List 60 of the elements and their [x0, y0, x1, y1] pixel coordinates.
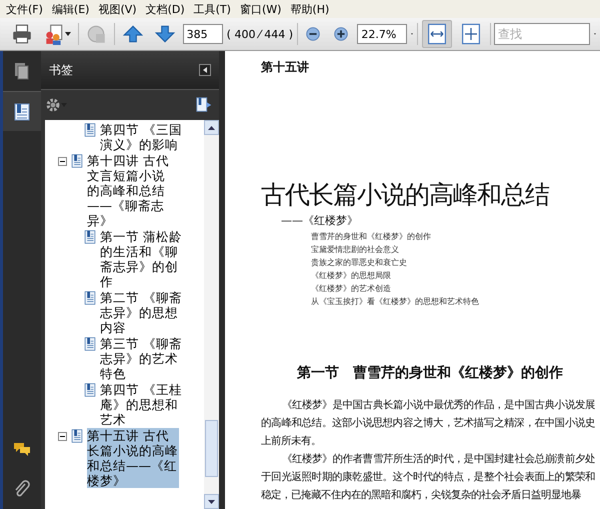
chapter-subtitle: ——《红楼梦》 — [280, 213, 359, 228]
bookmark-icon — [83, 382, 97, 398]
page-number-field[interactable]: 385 — [182, 24, 223, 44]
contents-line: 曹雪芹的身世和《红楼梦》的创作 — [311, 232, 432, 241]
bookmark-icon — [83, 290, 97, 306]
fit-width-button[interactable] — [422, 20, 452, 48]
body-paragraph: 《红楼梦》的作者曹雪芹所生活的时代，是中国封建社会总崩溃前夕处于回光返照时期的康乾盛世。这个时代的特点，是整个社会表面上的繁荣和稳定，已掩藏不住内在的黑暗和腐朽，尖锐复杂的社会矛盾日益明显地暴 — [261, 452, 595, 503]
caret-icon — [65, 32, 71, 36]
new-bookmark-button[interactable] — [195, 96, 213, 114]
gear-icon — [45, 97, 61, 113]
bookmark-item[interactable]: 第四节 《王桂庵》的思想和艺术 — [100, 382, 184, 427]
menu-item[interactable]: 文件(F) — [4, 2, 50, 16]
bookmark-item[interactable]: 第十四讲 古代文言短篇小说的高峰和总结——《聊斋志异》 — [87, 153, 171, 228]
menu-item[interactable]: 工具(T) — [192, 2, 238, 16]
bookmark-icon — [83, 336, 97, 352]
collapse-panel-button[interactable] — [199, 64, 211, 76]
printer-icon — [11, 23, 33, 45]
bookmark-icon — [83, 122, 97, 138]
chapter-title: 古代长篇小说的高峰和总结 — [261, 179, 550, 211]
section-heading: 第一节 曹雪芹的身世和《红楼梦》的创作 — [296, 364, 564, 382]
contents-line: 《红楼梦》的思想局限 — [311, 271, 392, 280]
side-tab[interactable] — [3, 91, 41, 131]
menu-item[interactable]: 文档(D) — [144, 2, 192, 16]
up-chevron-icon — [208, 126, 215, 130]
zoom-field[interactable]: 22.7% — [357, 24, 408, 44]
bookmark-item[interactable]: 第三节 《聊斋志异》的艺术特色 — [100, 336, 184, 381]
menu-item[interactable]: 帮助(H) — [288, 2, 336, 16]
search-field[interactable]: 查找 — [494, 23, 590, 45]
scroll-up-button[interactable] — [204, 120, 219, 135]
minus-icon — [304, 25, 322, 43]
options-button[interactable] — [45, 97, 67, 113]
left-triangle-icon — [203, 67, 207, 73]
menu-item[interactable]: 视图(V) — [96, 2, 144, 16]
collapse-toggle[interactable] — [58, 157, 67, 166]
menu-item[interactable]: 窗口(W) — [238, 2, 288, 16]
down-chevron-icon — [208, 500, 215, 504]
body-paragraph: 《红楼梦》是中国古典长篇小说中最优秀的作品，是中国古典小说发展的高峰和总结。这部小说思想内容之博大，艺术描写之精深，在中国小说史上前所未有。 — [261, 398, 595, 449]
plus-icon — [332, 25, 350, 43]
bookmark-item[interactable]: 第一节 蒲松龄的生活和《聊斋志异》的创作 — [100, 229, 184, 289]
scroll-down-button[interactable] — [204, 494, 219, 509]
scrollbar-thumb[interactable] — [205, 420, 218, 477]
panel-title: 书签 — [49, 62, 73, 78]
running-head: 第十五讲 — [261, 59, 310, 76]
bookmark-item[interactable]: 第十五讲 古代长篇小说的高峰和总结——《红楼梦》 — [87, 428, 179, 488]
bookmark-item[interactable]: 第二节 《聊斋志异》的思想内容 — [100, 290, 184, 335]
collapse-toggle[interactable] — [58, 432, 67, 441]
bookmark-item[interactable]: 第四节 《三国演义》的影响 — [100, 122, 184, 152]
bookmark-arrow-icon — [195, 96, 213, 114]
contents-line: 从《宝玉挨打》看《红楼梦》的思想和艺术特色 — [311, 297, 480, 306]
contents-line: 《红楼梦》的艺术创造 — [311, 284, 392, 293]
contents-line: 宝黛爱情悲剧的社会意义 — [311, 245, 400, 254]
up-arrow-icon — [122, 23, 144, 45]
menu-item[interactable]: 编辑(E) — [50, 2, 96, 16]
bookmark-icon — [70, 428, 84, 444]
bookmark-icon — [70, 153, 84, 169]
page-count: ( 400 ⁄ 444 ) — [226, 28, 294, 40]
down-arrow-icon — [154, 23, 176, 45]
bookmark-icon — [83, 229, 97, 245]
bookmark-icon — [12, 102, 32, 122]
contents-line: 贵族之家的罪恶史和衰亡史 — [311, 258, 408, 267]
